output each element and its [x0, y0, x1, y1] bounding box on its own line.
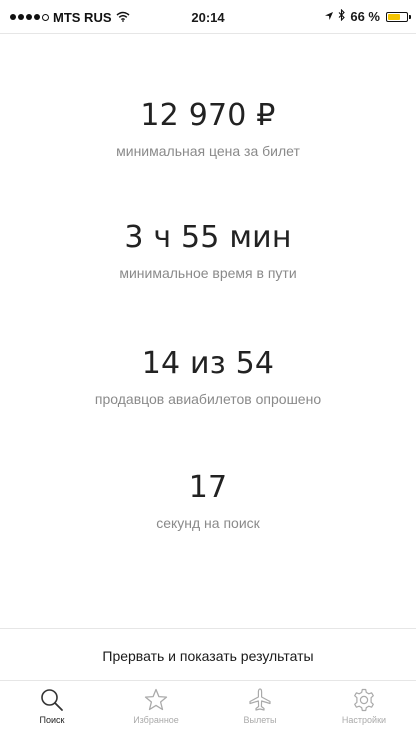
search-time-value: 17	[188, 470, 228, 505]
location-arrow-icon	[324, 9, 334, 24]
status-bar: MTS RUS 20:14 66 %	[0, 0, 416, 34]
status-right: 66 %	[324, 8, 411, 24]
search-time-label: секунд на поиск	[156, 515, 260, 531]
tab-settings-label: Настройки	[341, 715, 387, 725]
sellers-polled-label: продавцов авиабилетов опрошено	[94, 391, 322, 407]
abort-and-show-results-button[interactable]: Прервать и показать результаты	[0, 648, 416, 664]
min-price-value: 12 970 ₽	[140, 98, 276, 133]
tab-settings[interactable]: Настройки	[312, 681, 416, 735]
sellers-polled-stat: 14 из 54 продавцов авиабилетов опрошено	[0, 346, 416, 407]
min-price-label: минимальная цена за билет	[116, 143, 300, 159]
tab-bar: Поиск Избранное Вылеты Настройки	[0, 680, 416, 735]
battery-percent: 66 %	[350, 9, 380, 24]
battery-icon	[386, 11, 411, 22]
tab-search-label: Поиск	[39, 715, 65, 725]
tab-favorites-label: Избранное	[133, 715, 179, 725]
bluetooth-icon	[338, 8, 346, 24]
tab-favorites[interactable]: Избранное	[104, 681, 208, 735]
min-duration-label: минимальное время в пути	[119, 265, 297, 281]
min-price-stat: 12 970 ₽ минимальная цена за билет	[0, 98, 416, 159]
sellers-polled-value: 14 из 54	[141, 346, 275, 381]
min-duration-value: 3 ч 55 мин	[124, 220, 292, 255]
search-icon	[39, 687, 65, 713]
tab-search[interactable]: Поиск	[0, 681, 104, 735]
airplane-icon	[247, 687, 273, 713]
search-time-stat: 17 секунд на поиск	[0, 470, 416, 531]
star-icon	[143, 687, 169, 713]
tab-departures-label: Вылеты	[243, 715, 277, 725]
tab-departures[interactable]: Вылеты	[208, 681, 312, 735]
divider	[0, 628, 416, 629]
gear-icon	[351, 687, 377, 713]
min-duration-stat: 3 ч 55 мин минимальное время в пути	[0, 220, 416, 281]
